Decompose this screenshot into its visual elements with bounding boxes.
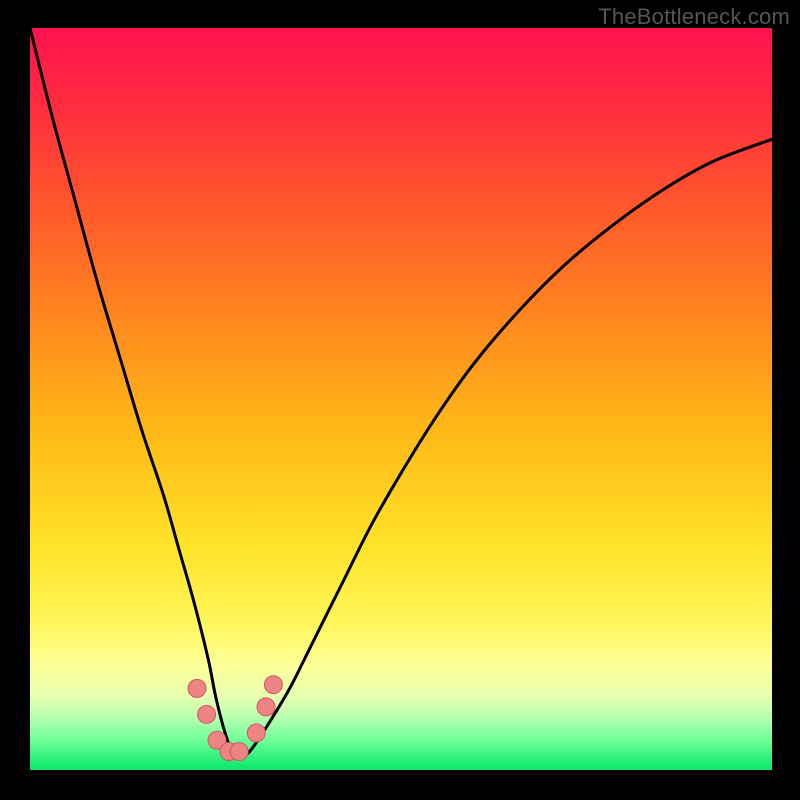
marker-dot [257, 698, 275, 716]
watermark-text: TheBottleneck.com [598, 4, 790, 30]
bottleneck-curve [30, 28, 772, 756]
curve-layer [30, 28, 772, 770]
marker-dot [188, 679, 206, 697]
marker-dot [247, 724, 265, 742]
highlight-markers [188, 676, 282, 761]
marker-dot [264, 676, 282, 694]
chart-frame: TheBottleneck.com [0, 0, 800, 800]
marker-dot [230, 743, 248, 761]
marker-dot [198, 705, 216, 723]
plot-area [30, 28, 772, 770]
